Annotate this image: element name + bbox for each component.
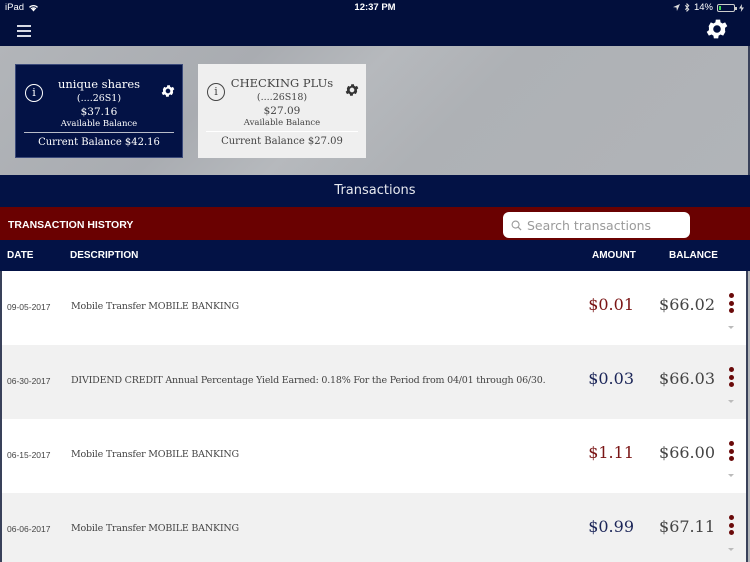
transaction-amount: $1.11	[588, 443, 634, 462]
more-options-icon[interactable]	[727, 441, 735, 465]
table-row[interactable]: 09-05-2017 Mobile Transfer MOBILE BANKING…	[0, 271, 748, 345]
divider	[24, 132, 174, 133]
expand-chevron-icon[interactable]	[728, 474, 734, 477]
battery-icon	[717, 3, 737, 12]
search-icon	[511, 220, 522, 231]
current-balance: Current Balance $27.09	[221, 136, 343, 147]
battery-percent: 14%	[693, 2, 713, 13]
bluetooth-icon	[684, 3, 690, 12]
transaction-date: 09-05-2017	[7, 302, 51, 312]
transaction-amount: $0.01	[588, 295, 634, 314]
account-card-checking-plus[interactable]: i CHECKING PLUs (....26S18) $27.09 Avail…	[198, 64, 366, 158]
gear-icon[interactable]	[160, 83, 176, 99]
account-card-unique-shares[interactable]: i unique shares (....26S1) $37.16 Availa…	[15, 64, 183, 158]
gear-icon[interactable]	[704, 16, 730, 42]
available-balance-label: Available Balance	[60, 119, 138, 129]
expand-chevron-icon[interactable]	[728, 400, 734, 403]
expand-chevron-icon[interactable]	[728, 326, 734, 329]
info-icon[interactable]: i	[207, 83, 225, 101]
search-box[interactable]	[503, 212, 690, 238]
transaction-list: 09-05-2017 Mobile Transfer MOBILE BANKING…	[0, 271, 748, 562]
more-options-icon[interactable]	[727, 515, 735, 539]
column-date[interactable]: DATE	[7, 250, 33, 261]
transaction-date: 06-15-2017	[7, 450, 51, 460]
status-bar: iPad 12:37 PM 14%	[0, 0, 750, 16]
available-balance: $27.09	[263, 105, 301, 117]
transaction-date: 06-30-2017	[7, 376, 51, 386]
column-description[interactable]: DESCRIPTION	[70, 250, 138, 261]
section-title: Transactions	[0, 175, 750, 207]
info-icon[interactable]: i	[25, 84, 43, 102]
divider	[206, 131, 358, 132]
available-balance: $37.16	[80, 106, 118, 118]
transaction-description: Mobile Transfer MOBILE BANKING	[71, 449, 239, 460]
transaction-balance: $67.11	[659, 517, 715, 536]
transaction-balance: $66.00	[659, 443, 715, 462]
transaction-amount: $0.99	[588, 517, 634, 536]
transaction-balance: $66.03	[659, 369, 715, 388]
table-row[interactable]: 06-15-2017 Mobile Transfer MOBILE BANKING…	[0, 419, 748, 493]
transaction-balance: $66.02	[659, 295, 715, 314]
transaction-date: 06-06-2017	[7, 524, 51, 534]
column-balance[interactable]: BALANCE	[669, 250, 718, 261]
nav-bar	[0, 16, 750, 46]
clock: 12:37 PM	[354, 2, 396, 13]
transaction-amount: $0.03	[588, 369, 634, 388]
hamburger-icon[interactable]	[17, 25, 31, 37]
table-row[interactable]: 06-30-2017 DIVIDEND CREDIT Annual Percent…	[0, 345, 748, 419]
current-balance: Current Balance $42.16	[38, 137, 160, 148]
transaction-history-bar: TRANSACTION HISTORY	[0, 207, 750, 240]
transaction-description: Mobile Transfer MOBILE BANKING	[71, 301, 239, 312]
table-header: DATE DESCRIPTION AMOUNT BALANCE	[0, 240, 750, 271]
transaction-description: Mobile Transfer MOBILE BANKING	[71, 523, 239, 534]
more-options-icon[interactable]	[727, 293, 735, 317]
available-balance-label: Available Balance	[243, 118, 321, 128]
column-amount[interactable]: AMOUNT	[592, 250, 636, 261]
transaction-description: DIVIDEND CREDIT Annual Percentage Yield …	[71, 375, 546, 386]
accounts-panel: i unique shares (....26S1) $37.16 Availa…	[0, 46, 750, 175]
more-options-icon[interactable]	[727, 367, 735, 391]
location-icon	[672, 4, 680, 11]
gear-icon[interactable]	[344, 82, 360, 98]
expand-chevron-icon[interactable]	[728, 548, 734, 551]
search-input[interactable]	[527, 217, 687, 233]
table-row[interactable]: 06-06-2017 Mobile Transfer MOBILE BANKING…	[0, 493, 748, 562]
charging-icon	[739, 3, 744, 12]
transaction-history-label: TRANSACTION HISTORY	[8, 219, 134, 231]
